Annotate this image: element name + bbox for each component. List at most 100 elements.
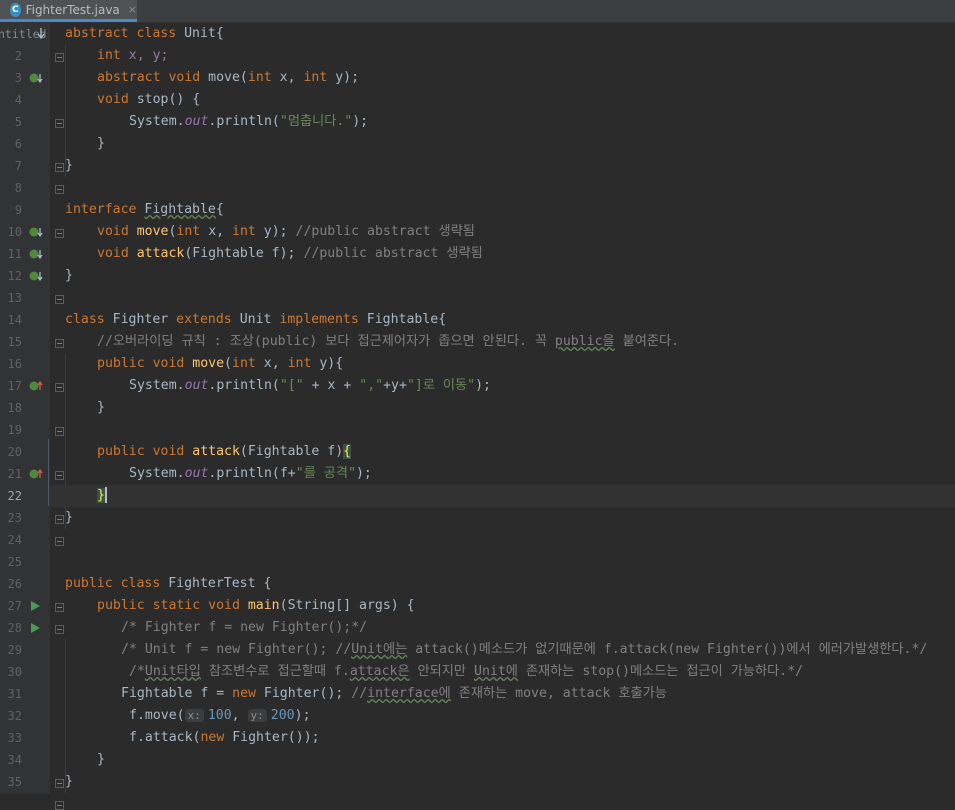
line-number: 24	[7, 533, 22, 547]
token: Fighter	[112, 312, 177, 327]
token: (Fightable f);	[184, 246, 304, 261]
token: .println(	[208, 378, 280, 393]
line-number: 10	[7, 225, 22, 239]
token: int	[247, 70, 280, 85]
token: "멈춥니다."	[279, 114, 353, 129]
arrow-down-icon	[37, 28, 45, 40]
token: public class	[65, 576, 169, 591]
token: attack	[136, 246, 185, 261]
token: void	[97, 92, 137, 107]
fold-marker[interactable]	[55, 537, 64, 546]
line-number: 6	[14, 137, 22, 151]
run-icon[interactable]	[29, 617, 45, 639]
token: int	[97, 48, 129, 63]
implements-method-icon[interactable]	[29, 463, 45, 485]
token: Unit에	[474, 664, 518, 679]
code-line-32: f.move(x: 100, y: 200);	[50, 705, 955, 727]
token: .println(f+	[208, 466, 296, 481]
token: /*	[129, 664, 145, 679]
token: //public abstract 생략됨	[303, 246, 483, 261]
implements-method-icon[interactable]	[29, 375, 45, 397]
code-line-1: abstract class Unit{	[50, 23, 955, 45]
token: /* Fighter f = new Fighter();*/	[121, 620, 368, 635]
code-editor[interactable]: abstract class Unit{ int x, y; abstract …	[50, 23, 955, 810]
code-line-9: interface Fightable{	[50, 199, 955, 221]
token: Unit{	[184, 26, 224, 41]
token: Fighter();	[263, 686, 352, 701]
tab-fightertest[interactable]: C FighterTest.java ×	[0, 0, 137, 22]
line-number: 2	[14, 49, 22, 63]
token: {	[343, 444, 352, 459]
code-line-17: System.out.println("[" + x + ","+y+"]로 이…	[50, 375, 955, 397]
fold-marker[interactable]	[55, 185, 64, 194]
token: //	[351, 686, 368, 701]
token: extends	[176, 312, 240, 327]
token: y){	[319, 356, 344, 371]
token: move	[192, 356, 225, 371]
token: x,	[263, 356, 288, 371]
line-number: 8	[14, 181, 22, 195]
run-icon[interactable]	[29, 595, 45, 617]
line-number: 23	[7, 511, 22, 525]
line-number: 14	[7, 313, 22, 327]
token: );	[475, 378, 491, 393]
parameter-hint: y:	[247, 709, 267, 722]
line-number: 18	[7, 401, 22, 415]
fold-marker[interactable]	[55, 801, 64, 810]
token: Unit에는	[351, 642, 408, 657]
token: public static void	[97, 598, 248, 613]
token: int	[232, 356, 264, 371]
token: (	[239, 70, 248, 85]
code-line-35: }	[50, 771, 955, 793]
token: Fightable f =	[121, 686, 233, 701]
implemented-method-icon[interactable]	[29, 67, 45, 89]
token: y);	[263, 224, 296, 239]
token: );	[355, 466, 372, 481]
token: }	[65, 510, 73, 525]
implemented-method-icon[interactable]	[29, 265, 45, 287]
code-line-12: }	[50, 265, 955, 287]
implemented-method-icon[interactable]	[29, 243, 45, 265]
token: y);	[335, 70, 360, 85]
line-number: 25	[7, 555, 22, 569]
token: out	[184, 466, 209, 481]
fold-marker[interactable]	[55, 427, 64, 436]
token: attack()메소드가 없기때문에 f.attack(new Fighter(…	[407, 642, 928, 657]
token: "를 공격"	[295, 466, 356, 481]
token: () {	[168, 92, 201, 107]
line-number: 33	[7, 731, 22, 745]
implemented-interface-icon[interactable]	[29, 221, 45, 243]
token: System.	[129, 114, 185, 129]
line-number: 20	[7, 445, 22, 459]
line-number: 11	[7, 247, 22, 261]
editor-tab-bar: C FighterTest.java ×	[0, 0, 955, 23]
token: 참조변수로 접근할때 f.	[200, 664, 350, 679]
line-number: 32	[7, 709, 22, 723]
token: public void	[97, 356, 193, 371]
code-line-34: }	[50, 749, 955, 771]
fold-marker[interactable]	[55, 295, 64, 304]
token: new	[232, 686, 264, 701]
code-line-16: public void move(int x, int y){	[50, 353, 955, 375]
code-line-33: f.attack(new Fighter());	[50, 727, 955, 749]
parameter-hint: x:	[184, 709, 204, 722]
token: x,	[208, 224, 233, 239]
token: public을	[554, 334, 615, 349]
code-line-21: System.out.println(f+"를 공격");	[50, 463, 955, 485]
code-line-26: public class FighterTest {	[50, 573, 955, 595]
close-icon[interactable]: ×	[128, 3, 137, 16]
token: + x +	[303, 378, 360, 393]
token: }	[65, 158, 73, 173]
token: Unit	[239, 312, 280, 327]
line-number: 22	[7, 489, 22, 503]
token: out	[184, 378, 209, 393]
token: System.	[129, 378, 185, 393]
token: void	[97, 224, 137, 239]
token: .println(	[208, 114, 280, 129]
token: /* Unit f = new Fighter(); //	[121, 642, 352, 657]
code-line-2: int x, y;	[50, 45, 955, 67]
token: class	[65, 312, 113, 327]
token: public void	[97, 444, 193, 459]
token: //오버라이딩 규칙 : 조상(public) 보다 접근제어자가 좁으면 안된…	[97, 334, 555, 349]
token: interface	[65, 202, 145, 217]
